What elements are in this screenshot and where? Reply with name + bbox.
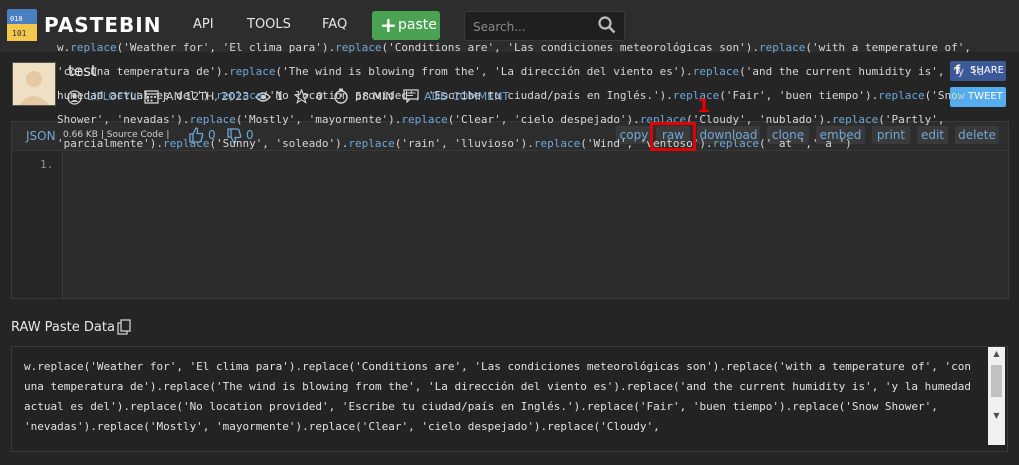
search-icon[interactable] bbox=[598, 16, 616, 34]
annotation-highlight-box bbox=[650, 122, 696, 151]
method-keyword: replace bbox=[878, 89, 925, 102]
nav-api[interactable]: API bbox=[193, 17, 214, 32]
method-keyword: replace bbox=[533, 137, 581, 150]
search-input[interactable] bbox=[471, 17, 595, 37]
annotation-number: 1 bbox=[697, 95, 711, 117]
pastebin-logo-icon[interactable]: 010 101 bbox=[6, 8, 38, 42]
new-paste-label: paste bbox=[398, 17, 437, 33]
copy-icon[interactable] bbox=[117, 319, 131, 335]
method-keyword: replace bbox=[335, 41, 382, 54]
scroll-down-arrow-icon[interactable]: ▼ bbox=[988, 411, 1005, 423]
line-number-gutter: 1. bbox=[12, 151, 63, 298]
nav-faq[interactable]: FAQ bbox=[322, 17, 347, 32]
method-keyword: replace bbox=[70, 41, 117, 54]
method-keyword: replace bbox=[189, 113, 236, 126]
scroll-up-arrow-icon[interactable]: ▲ bbox=[988, 349, 1005, 361]
method-keyword: replace bbox=[692, 65, 740, 78]
syntax-link[interactable]: JSON bbox=[26, 129, 56, 143]
method-keyword: replace bbox=[831, 113, 879, 126]
nav-tools[interactable]: TOOLS bbox=[247, 17, 291, 32]
svg-text:010: 010 bbox=[10, 15, 23, 23]
plus-icon: + bbox=[380, 13, 397, 37]
line-number: 1. bbox=[40, 158, 54, 171]
method-keyword: replace bbox=[162, 137, 210, 150]
avatar[interactable] bbox=[12, 62, 56, 106]
method-keyword: replace bbox=[215, 89, 263, 102]
code-content: w.replace('Weather for', 'El clima para'… bbox=[57, 41, 985, 150]
raw-paste-textarea[interactable]: w.replace('Weather for', 'El clima para'… bbox=[11, 346, 1008, 452]
raw-paste-title: RAW Paste Data bbox=[11, 320, 115, 335]
raw-scrollbar[interactable]: ▲ ▼ bbox=[988, 347, 1005, 445]
method-keyword: replace bbox=[401, 113, 448, 126]
logo-text[interactable]: PASTEBIN bbox=[44, 13, 161, 37]
method-keyword: replace bbox=[229, 65, 276, 78]
method-keyword: replace bbox=[712, 137, 760, 150]
method-keyword: replace bbox=[348, 137, 395, 150]
scroll-thumb[interactable] bbox=[991, 365, 1002, 397]
method-keyword: replace bbox=[759, 41, 806, 54]
svg-text:101: 101 bbox=[12, 29, 27, 38]
raw-paste-text: w.replace('Weather for', 'El clima para'… bbox=[24, 360, 978, 433]
